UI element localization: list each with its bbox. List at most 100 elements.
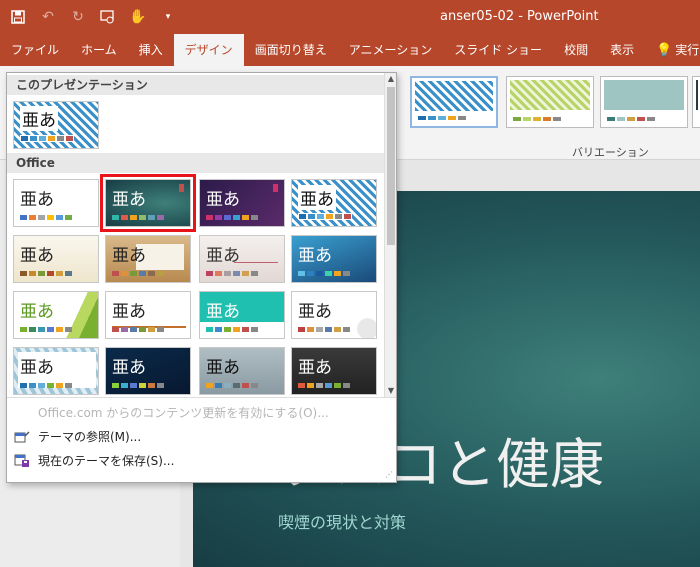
theme-color-bar — [112, 383, 164, 388]
browse-themes-icon — [14, 431, 30, 443]
gallery-separator — [7, 397, 396, 398]
theme-slate[interactable]: 亜あ — [199, 347, 285, 395]
theme-color-bar — [20, 327, 72, 332]
quick-access-toolbar: ↶ ↻ ✋ ▾ — [0, 0, 180, 34]
theme-glyph: 亜あ — [298, 302, 332, 322]
theme-color-bar — [206, 215, 258, 220]
theme-dark[interactable]: 亜あ — [291, 347, 377, 395]
save-theme-icon — [14, 454, 29, 467]
tab-file[interactable]: ファイル — [0, 34, 70, 66]
theme-vapor-trail[interactable]: 亜あ — [105, 347, 191, 395]
scroll-thumb[interactable] — [387, 87, 395, 245]
theme-organic[interactable]: 亜あ — [13, 235, 99, 283]
save-theme-label: 現在のテーマを保存(S)... — [38, 454, 175, 468]
theme-accent-mark — [179, 184, 184, 192]
theme-mesh[interactable]: 亜あ — [199, 291, 285, 339]
title-bar: ↶ ↻ ✋ ▾ anser05-02 - PowerPoint — [0, 0, 700, 34]
theme-glyph: 亜あ — [112, 246, 146, 266]
enable-office-updates-item: Office.com からのコンテンツ更新を有効にする(O)... — [38, 406, 329, 420]
theme-color-bar — [298, 213, 352, 220]
theme-glyph: 亜あ — [20, 302, 54, 322]
scroll-down-icon[interactable]: ▼ — [385, 385, 397, 397]
theme-color-bar — [206, 271, 258, 276]
theme-glyph: 亜あ — [206, 302, 240, 322]
theme-color-bar — [112, 327, 164, 332]
theme-gallery-dropdown: このプレゼンテーション 亜あ Office 亜あ 亜あ 亜あ 亜あ 亜あ 亜あ … — [6, 72, 397, 483]
slide-subtitle[interactable]: 喫煙の現状と対策 — [278, 509, 406, 533]
variation-thumb-2[interactable] — [506, 76, 594, 128]
theme-circuit[interactable]: 亜あ — [291, 235, 377, 283]
tab-insert[interactable]: 挿入 — [128, 34, 174, 66]
browse-themes-item[interactable]: テーマの参照(M)... — [7, 425, 396, 449]
theme-facet[interactable]: 亜あ — [13, 291, 99, 339]
lightbulb-icon: 💡 — [656, 43, 673, 58]
variation-pattern — [510, 80, 590, 110]
theme-ion-boardroom[interactable]: 亜あ — [100, 174, 196, 232]
theme-glyph: 亜あ — [298, 246, 332, 266]
tab-tell-me[interactable]: 💡実行したい — [645, 34, 700, 66]
theme-color-bar — [112, 215, 164, 220]
theme-color-bar — [206, 383, 258, 388]
variation-pattern — [415, 81, 493, 111]
save-theme-item[interactable]: 現在のテーマを保存(S)... — [7, 449, 396, 473]
tell-me-label: 実行したい — [675, 43, 700, 57]
theme-color-bar — [20, 383, 72, 388]
browse-themes-label: テーマの参照(M)... — [38, 430, 142, 444]
theme-color-bar — [206, 327, 258, 332]
theme-frame[interactable]: 亜あ — [13, 347, 99, 395]
theme-dividend[interactable]: 亜あ — [291, 291, 377, 339]
variation-pattern — [696, 80, 698, 110]
variation-colors — [418, 116, 466, 120]
variation-thumb-4[interactable] — [692, 76, 700, 128]
variation-pattern — [604, 80, 684, 110]
theme-glyph: 亜あ — [20, 358, 54, 378]
theme-wood-type[interactable]: 亜あ — [105, 235, 191, 283]
theme-current[interactable]: 亜あ — [13, 101, 99, 149]
tab-animations[interactable]: アニメーション — [338, 34, 444, 66]
window-title: anser05-02 - PowerPoint — [440, 9, 599, 24]
theme-pattern[interactable]: 亜あ — [291, 179, 377, 227]
theme-color-bar — [298, 271, 350, 276]
theme-gallery[interactable]: 亜あ — [105, 291, 191, 339]
theme-savon[interactable]: 亜あ — [199, 235, 285, 283]
tab-home[interactable]: ホーム — [70, 34, 128, 66]
theme-glyph: 亜あ — [20, 106, 58, 131]
redo-icon[interactable]: ↻ — [66, 5, 90, 29]
theme-glyph: 亜あ — [112, 302, 146, 322]
touch-mode-icon[interactable]: ✋ — [126, 5, 150, 29]
theme-accent-mark — [273, 184, 278, 192]
customize-qat-icon[interactable]: ▾ — [156, 5, 180, 29]
tab-design[interactable]: デザイン — [173, 34, 244, 66]
theme-glyph: 亜あ — [112, 190, 146, 210]
theme-office[interactable]: 亜あ — [13, 179, 99, 227]
scroll-up-icon[interactable]: ▲ — [385, 73, 397, 85]
theme-line — [234, 262, 278, 263]
tab-slideshow[interactable]: スライド ショー — [443, 34, 553, 66]
variation-thumb-1[interactable] — [410, 76, 498, 128]
variation-colors — [607, 117, 655, 121]
present-from-start-icon[interactable] — [96, 5, 120, 29]
theme-ion[interactable]: 亜あ — [199, 179, 285, 227]
theme-glyph: 亜あ — [206, 358, 240, 378]
theme-glyph: 亜あ — [20, 246, 54, 266]
theme-glyph: 亜あ — [20, 190, 54, 210]
theme-color-bar — [20, 135, 74, 142]
theme-glyph: 亜あ — [298, 185, 336, 210]
theme-color-bar — [20, 215, 72, 220]
theme-color-bar — [298, 383, 350, 388]
undo-icon[interactable]: ↶ — [36, 5, 60, 29]
theme-glyph: 亜あ — [206, 190, 240, 210]
tab-view[interactable]: 表示 — [599, 34, 645, 66]
variations-group-label: バリエーション — [572, 146, 649, 159]
resize-grip-icon[interactable]: ⋰ — [385, 470, 393, 479]
this-presentation-header: このプレゼンテーション — [7, 75, 386, 95]
save-icon[interactable] — [6, 5, 30, 29]
theme-glyph: 亜あ — [112, 358, 146, 378]
variation-thumb-3[interactable] — [600, 76, 688, 128]
gallery-scrollbar[interactable]: ▲ ▼ — [384, 73, 396, 397]
theme-color-bar — [298, 327, 350, 332]
tab-transitions[interactable]: 画面切り替え — [244, 34, 338, 66]
variation-colors — [513, 117, 561, 121]
tab-review[interactable]: 校閲 — [553, 34, 599, 66]
theme-color-bar — [112, 271, 164, 276]
